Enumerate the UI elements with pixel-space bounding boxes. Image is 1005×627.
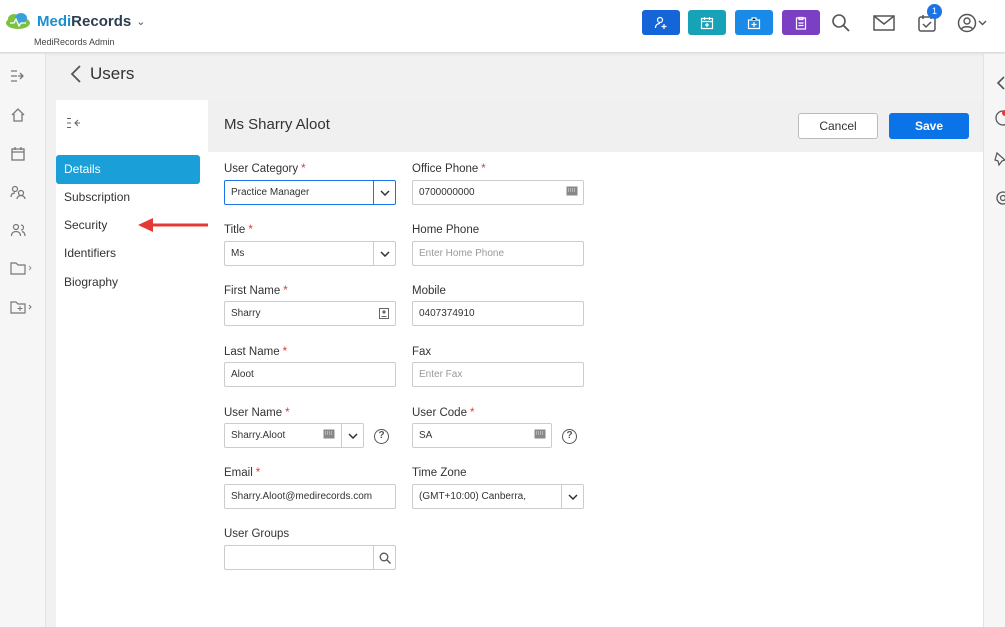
keypad-icon: [323, 429, 335, 439]
back-to-users[interactable]: Users: [70, 64, 134, 84]
patients-nav[interactable]: [10, 182, 36, 202]
chevron-down-icon: [379, 250, 390, 257]
panel-header: Ms Sharry Aloot Cancel Save: [208, 100, 983, 152]
user-account-button[interactable]: [955, 10, 989, 36]
left-rail: [0, 54, 46, 627]
collapse-menu-icon[interactable]: [66, 117, 80, 129]
chevron-left-icon: [70, 65, 81, 83]
keypad-icon: [566, 186, 578, 196]
fax-field[interactable]: Enter Fax: [412, 362, 584, 387]
subnav-item-subscription[interactable]: Subscription: [56, 183, 200, 212]
calendar-nav[interactable]: [10, 144, 36, 164]
medical-kit-icon: [747, 16, 761, 29]
cancel-button[interactable]: Cancel: [798, 113, 878, 139]
home-icon: [11, 108, 25, 122]
user-code-help-icon[interactable]: ?: [562, 429, 577, 444]
last-name-label: Last Name *: [224, 346, 288, 358]
last-name-field[interactable]: Aloot: [224, 362, 396, 387]
mail-icon: [873, 15, 895, 31]
user-category-select[interactable]: Practice Manager: [224, 180, 396, 205]
add-folder-nav[interactable]: [10, 297, 36, 317]
users-nav[interactable]: [10, 220, 36, 240]
user-groups-label: User Groups: [224, 528, 290, 540]
search-icon: [379, 552, 391, 564]
brand-name: MediRecords: [37, 12, 132, 30]
chevron-down-icon[interactable]: ⌄: [136, 15, 145, 28]
add-patient-button[interactable]: [642, 10, 680, 35]
fax-label: Fax: [412, 346, 432, 358]
users-icon: [10, 223, 26, 237]
chevron-down-icon: [567, 493, 578, 500]
add-folder-icon: [10, 301, 32, 314]
search-button[interactable]: [827, 10, 855, 36]
first-name-field[interactable]: Sharry: [224, 301, 396, 326]
chevron-left-icon[interactable]: [996, 76, 1005, 90]
title-select[interactable]: Ms: [224, 241, 396, 266]
right-rail: [983, 54, 1005, 627]
time-zone-label: Time Zone: [412, 467, 467, 479]
mobile-label: Mobile: [412, 285, 446, 297]
chevron-down-icon: [347, 432, 358, 439]
contact-card-icon: [379, 308, 389, 319]
clipboard-button[interactable]: [782, 10, 820, 35]
office-phone-label: Office Phone *: [412, 163, 486, 175]
folder-icon: [10, 262, 32, 275]
comment-icon[interactable]: [994, 110, 1005, 126]
time-zone-select[interactable]: (GMT+10:00) Canberra,: [412, 484, 584, 509]
cloud-logo-icon: [6, 13, 30, 29]
home-phone-field[interactable]: Enter Home Phone: [412, 241, 584, 266]
office-phone-field[interactable]: 0700000000: [412, 180, 584, 205]
keypad-icon: [534, 429, 546, 439]
add-patient-icon: [654, 16, 667, 29]
top-bar: MediRecords ⌄ MediRecords Admin 1: [0, 0, 1005, 53]
subnav-item-details[interactable]: Details: [56, 155, 200, 184]
notification-badge: 1: [927, 4, 942, 19]
details-subnav: Details Subscription Security Identifier…: [56, 100, 208, 627]
mobile-field[interactable]: 0407374910: [412, 301, 584, 326]
search-icon: [832, 14, 850, 32]
folder-nav[interactable]: [10, 258, 36, 278]
title-label: Title *: [224, 224, 253, 236]
user-account-icon: [957, 13, 987, 33]
user-code-field[interactable]: SA: [412, 423, 552, 448]
medical-kit-button[interactable]: [735, 10, 773, 35]
user-category-label: User Category *: [224, 163, 306, 175]
at-icon[interactable]: [994, 190, 1005, 206]
user-name-label: User Name *: [224, 407, 290, 419]
home-nav[interactable]: [10, 105, 36, 125]
page-heading: Users: [90, 64, 135, 83]
patients-icon: [10, 185, 26, 200]
home-phone-label: Home Phone: [412, 224, 480, 236]
save-button[interactable]: Save: [889, 113, 969, 139]
user-groups-field[interactable]: [224, 545, 396, 570]
page-title: Ms Sharry Aloot: [224, 116, 330, 133]
appointment-button[interactable]: [688, 10, 726, 35]
email-field[interactable]: Sharry.Aloot@medirecords.com: [224, 484, 396, 509]
clipboard-icon: [795, 16, 807, 30]
expand-menu-icon: [11, 70, 24, 82]
mail-button[interactable]: [870, 10, 898, 36]
appointment-icon: [700, 16, 714, 29]
user-name-help-icon[interactable]: ?: [374, 429, 389, 444]
user-code-label: User Code *: [412, 407, 475, 419]
calendar-icon: [11, 147, 25, 161]
pin-icon[interactable]: [994, 151, 1005, 167]
subnav-item-biography[interactable]: Biography: [56, 268, 200, 297]
first-name-label: First Name *: [224, 285, 288, 297]
brand-subtitle: MediRecords Admin: [34, 37, 115, 47]
user-details-panel: Ms Sharry Aloot Cancel Save User Categor…: [208, 100, 983, 627]
brand-logo[interactable]: MediRecords ⌄: [5, 12, 145, 30]
subnav-item-identifiers[interactable]: Identifiers: [56, 239, 200, 268]
email-label: Email *: [224, 467, 261, 479]
user-name-field[interactable]: Sharry.Aloot: [224, 423, 364, 448]
expand-menu-button[interactable]: [10, 66, 36, 86]
chevron-down-icon: [379, 189, 390, 196]
